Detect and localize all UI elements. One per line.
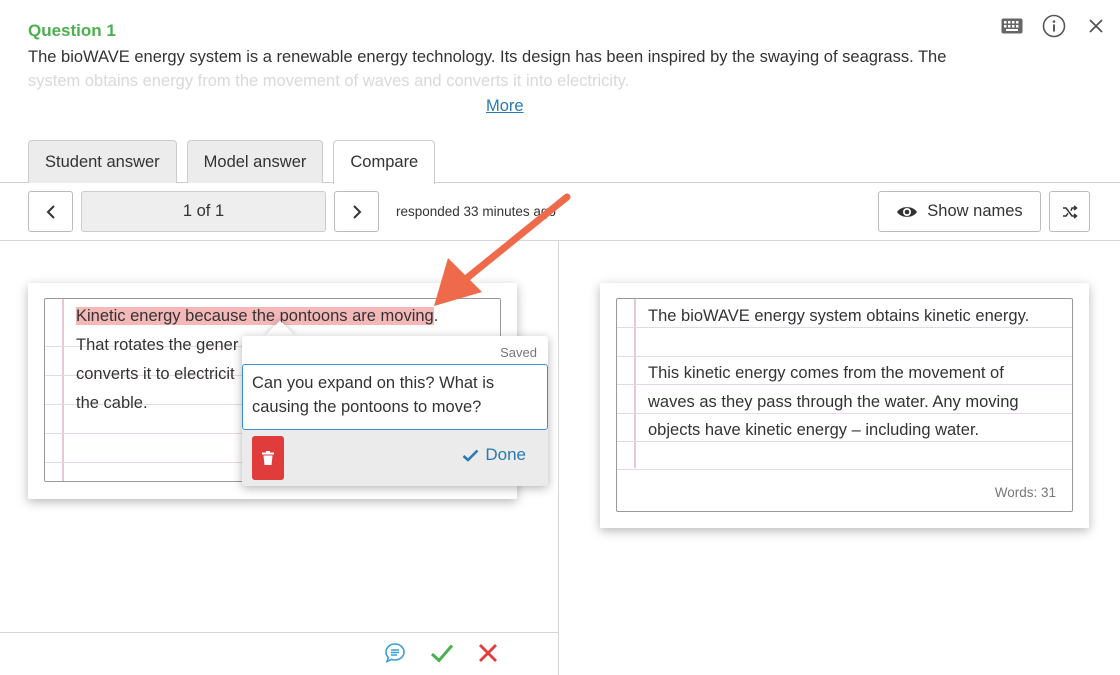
approve-check-icon[interactable]: [430, 643, 454, 668]
annotation-arrow: [434, 193, 571, 306]
comment-icon[interactable]: [384, 642, 406, 669]
tab-compare[interactable]: Compare: [333, 140, 436, 184]
grading-actions: [384, 642, 498, 669]
reject-cross-icon[interactable]: [478, 643, 498, 668]
